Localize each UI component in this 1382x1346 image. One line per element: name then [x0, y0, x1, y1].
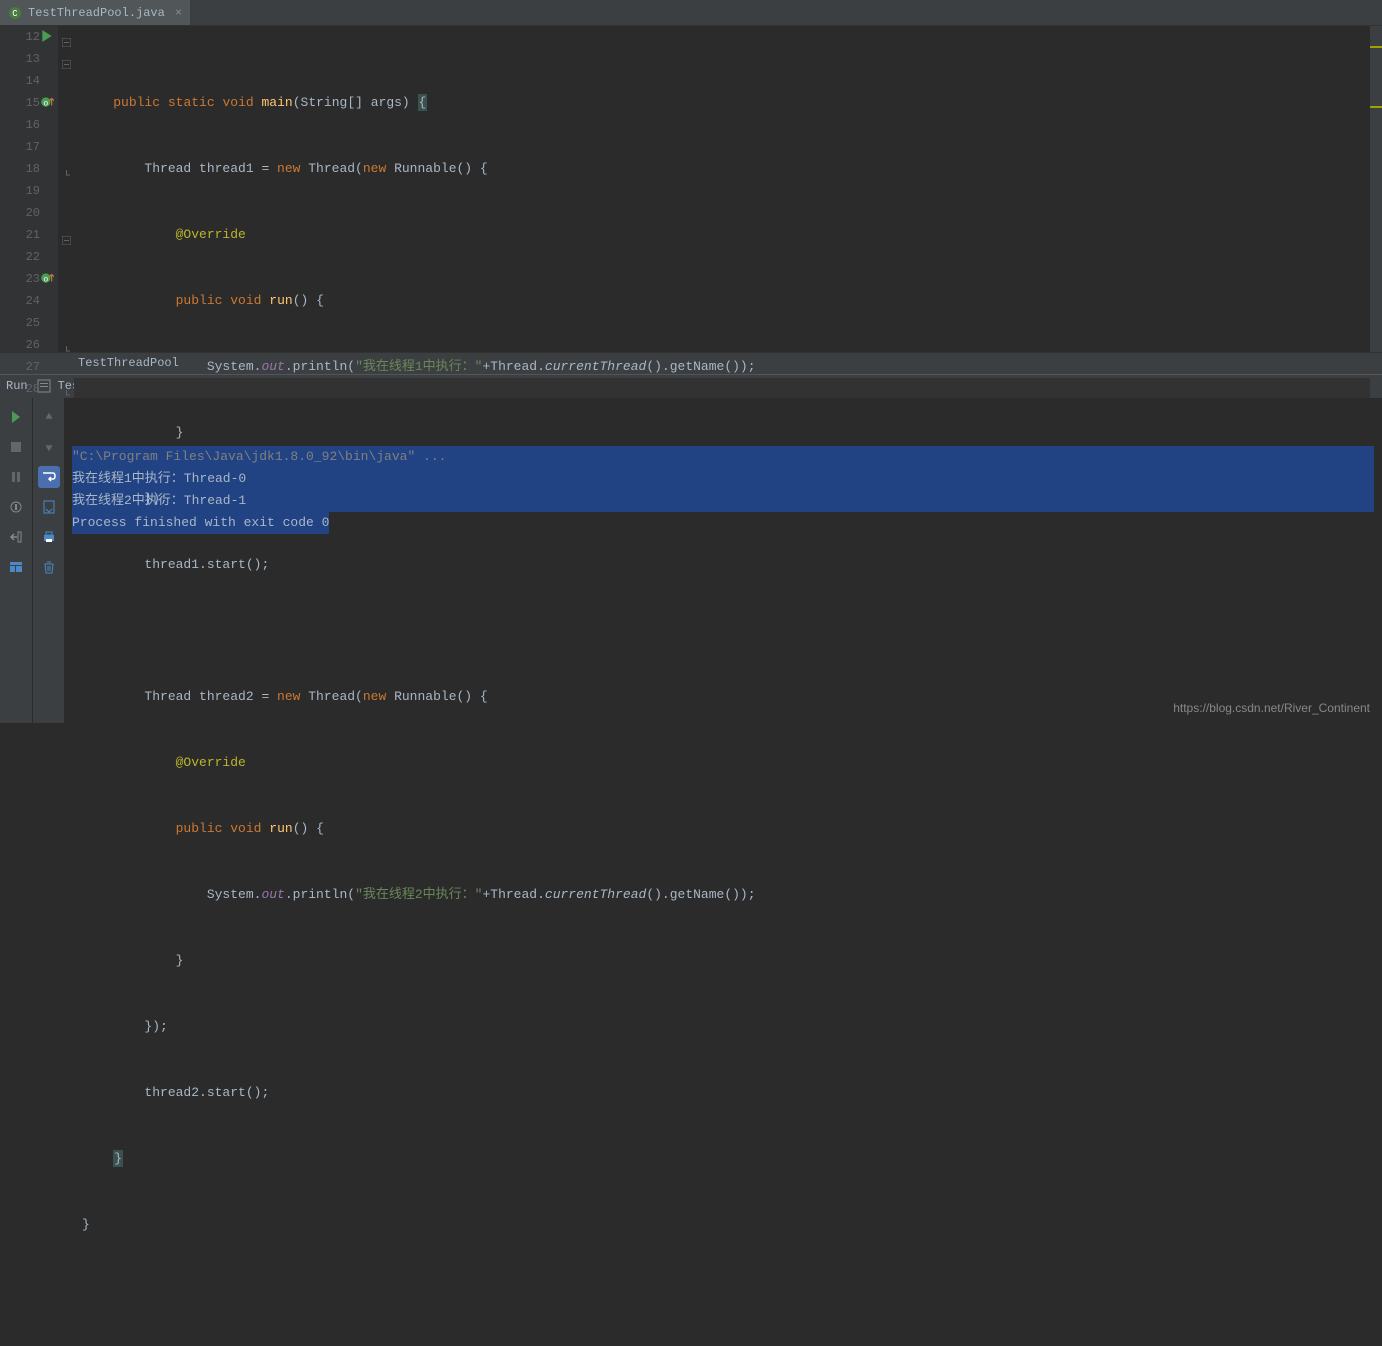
file-tab[interactable]: C TestThreadPool.java ×	[0, 0, 190, 25]
line-number: 16	[26, 118, 40, 132]
line-number: 18	[26, 162, 40, 176]
soft-wrap-button[interactable]	[38, 466, 60, 488]
svg-text:o: o	[43, 276, 48, 285]
fold-end-icon[interactable]	[62, 341, 71, 350]
override-marker-icon[interactable]: o	[40, 95, 54, 109]
down-button[interactable]	[38, 436, 60, 458]
console-cmd-line: "C:\Program Files\Java\jdk1.8.0_92\bin\j…	[72, 449, 446, 464]
fold-end-icon[interactable]	[62, 165, 71, 174]
gutter: 12 13 14 15 o 16 17 18 19 20 21 22 23 o …	[0, 26, 58, 352]
tab-close-icon[interactable]: ×	[175, 6, 182, 20]
fold-minus-icon[interactable]	[62, 33, 71, 42]
tab-bar: C TestThreadPool.java ×	[0, 0, 1382, 26]
run-toolbar-left	[0, 398, 32, 724]
run-toolbar-right	[32, 398, 64, 724]
line-number: 28	[26, 382, 40, 396]
pause-button[interactable]	[5, 466, 27, 488]
line-number: 22	[26, 250, 40, 264]
line-number: 26	[26, 338, 40, 352]
up-button[interactable]	[38, 406, 60, 428]
line-number: 24	[26, 294, 40, 308]
java-class-icon: C	[8, 6, 22, 20]
line-number: 13	[26, 52, 40, 66]
dump-threads-button[interactable]	[5, 496, 27, 518]
fold-minus-icon[interactable]	[62, 55, 71, 64]
line-number: 20	[26, 206, 40, 220]
svg-text:C: C	[12, 9, 18, 19]
rerun-button[interactable]	[5, 406, 27, 428]
editor-scrollbar[interactable]	[1370, 26, 1382, 352]
watermark: https://blog.csdn.net/River_Continent	[1173, 701, 1370, 715]
override-marker-icon[interactable]: o	[40, 271, 54, 285]
fold-minus-icon[interactable]	[62, 231, 71, 240]
line-number: 25	[26, 316, 40, 330]
clear-button[interactable]	[38, 556, 60, 578]
print-button[interactable]	[38, 526, 60, 548]
line-number: 17	[26, 140, 40, 154]
code-area[interactable]: public static void main(String[] args) {…	[74, 26, 1370, 352]
line-number: 14	[26, 74, 40, 88]
line-number: 19	[26, 184, 40, 198]
fold-end-icon[interactable]	[62, 385, 71, 394]
scroll-to-end-button[interactable]	[38, 496, 60, 518]
console-line: 我在线程2中执行：Thread-1	[72, 490, 1374, 512]
line-number: 27	[26, 360, 40, 374]
console-exit-line: Process finished with exit code 0	[72, 512, 329, 534]
tab-filename: TestThreadPool.java	[28, 6, 165, 20]
console-line: 我在线程1中执行：Thread-0	[72, 468, 1374, 490]
editor-area: 12 13 14 15 o 16 17 18 19 20 21 22 23 o …	[0, 26, 1382, 352]
line-number: 21	[26, 228, 40, 242]
fold-column	[58, 26, 74, 352]
run-gutter-icon[interactable]	[40, 29, 54, 43]
line-number: 12	[26, 30, 40, 44]
stop-button[interactable]	[5, 436, 27, 458]
line-number: 23	[26, 272, 40, 286]
line-number: 15	[26, 96, 40, 110]
svg-text:o: o	[43, 100, 48, 109]
layout-button[interactable]	[5, 556, 27, 578]
exit-button[interactable]	[5, 526, 27, 548]
